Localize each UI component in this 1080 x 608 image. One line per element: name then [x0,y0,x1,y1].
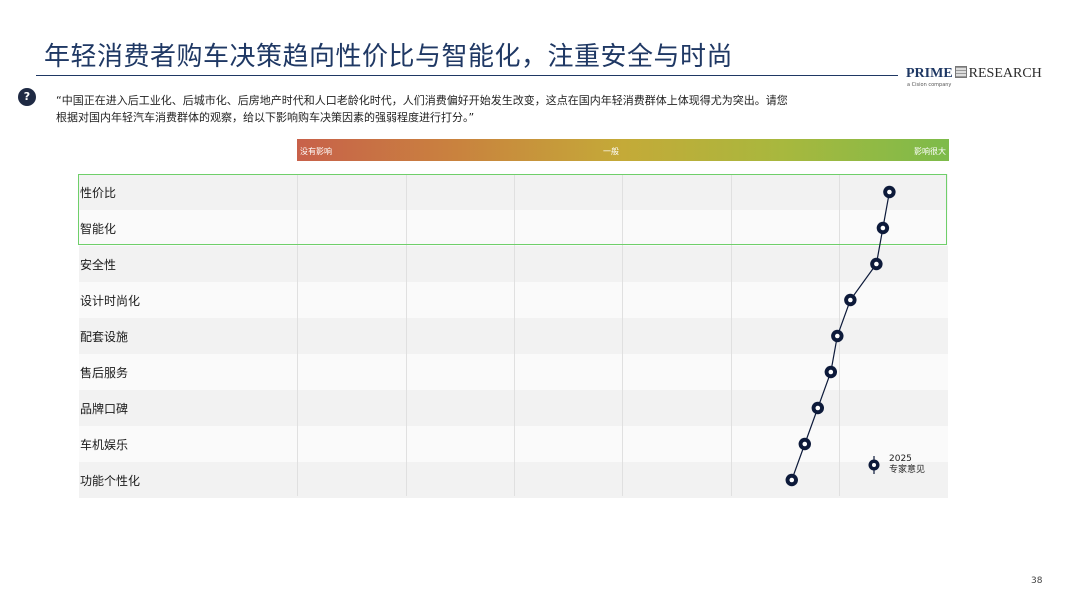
legend-marker-center [872,463,876,467]
data-point-center [874,261,879,267]
data-point-center [789,477,795,483]
page-number: 38 [1031,576,1043,586]
data-point-center [880,225,886,231]
data-point-center [828,369,834,375]
data-point-center [815,405,821,411]
legend-year: 2025 [889,454,912,464]
data-point-center [802,441,808,447]
scatter-plot [785,185,896,487]
legend-label: 2025 专家意见 [889,454,925,476]
data-point-center [887,189,892,195]
data-point-center [835,333,840,339]
data-point-center [848,297,853,303]
legend-series: 专家意见 [889,465,926,475]
